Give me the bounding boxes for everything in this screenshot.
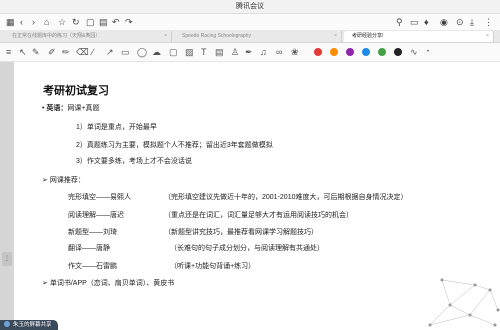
english-point: 2）真题练习为主要，模拟题个人不推荐；留出近3年套题做模拟 [76,142,273,149]
record-icon[interactable]: ⊙ [456,17,464,27]
english-line: • 英语：网课+真题 [42,104,100,113]
tab-label: 考研经验分享! [352,33,384,39]
color-orange-swatch[interactable] [330,48,338,56]
tab-label: 在正常在线题库中的练习（天翔&奥园） [12,33,101,39]
cursor-icon[interactable]: ↖ [19,47,27,57]
color-purple-swatch[interactable] [346,48,354,56]
color-black-swatch[interactable] [394,48,402,56]
line-icon[interactable]: ∕ [92,47,94,57]
eye-icon[interactable]: ◉ [440,17,448,27]
sign-icon[interactable]: ✒ [245,47,253,57]
cloud-icon[interactable]: ☁ [152,47,161,57]
arrow-bullet-icon: ➢ [42,177,48,184]
search-icon[interactable]: ⚲ [396,17,403,27]
shirt-icon[interactable]: ♦ [424,17,429,27]
panel-toggle-handle[interactable]: ⋮ [2,252,12,266]
text-icon[interactable]: T [201,47,207,57]
share-icon [4,321,10,327]
refresh-icon[interactable]: ↻ [72,17,80,27]
left-panel [0,62,14,330]
link-icon[interactable]: ∞ [276,47,282,57]
course-name: 阅读理解——唐迟 [68,212,124,219]
course-note: （完形填空建议先做近十年的，2001-2010难度大，可后期根据自身情况决定） [164,194,408,201]
back-icon[interactable]: ‹ [20,17,23,27]
color-red-swatch[interactable] [314,48,322,56]
color-green-swatch[interactable] [378,48,386,56]
english-point: 3）作文要多练，考场上才不会没话说 [76,158,192,165]
stroke-style-icon[interactable]: ∿ [410,47,418,57]
close-icon[interactable]: × [164,31,167,42]
navigation-toolbar: ▦ ‹ › ⌂ ☆ ↻ ▢ ▤ ↶ ↷ ⚲ ▭ ♦ ◉ ⊙ ⤓ ⋮ [0,14,500,30]
course-name: 作文——石雷鹏 [68,263,117,270]
microphone-icon[interactable]: ♫ [260,47,267,57]
color-blue-swatch[interactable] [362,48,370,56]
course-note: （长难句的句子成分划分，与阅读理解有共通处） [170,245,324,252]
stamp-icon[interactable]: ♙ [231,47,239,57]
star-icon[interactable]: ☆ [58,17,66,27]
apps-line: ➢ 单词书/APP（恋词、扇贝单词）、黄皮书 [42,280,175,287]
redo-icon[interactable]: ↷ [125,17,133,27]
marker-icon[interactable]: ✐ [48,47,56,57]
annotation-toolbar: ≡ ↖ ✎ ✐ ✏ ⌫ ∕ ↗ ▭ ◯ ☁ ▢ ▨ T ▤ ♙ ✒ ♫ ∞ ❀ … [0,43,500,62]
comment-icon[interactable]: ▢ [169,47,178,57]
grid-icon[interactable]: ▦ [6,17,15,27]
title-bar: 腾讯会议 [0,0,500,14]
layout-icon[interactable]: ▤ [99,17,108,27]
bullet: • [42,105,45,112]
course-note: （听课+功能句背诵+练习） [170,263,256,270]
undo-icon[interactable]: ↶ [112,17,120,27]
course-name: 新题型——刘琦 [68,229,117,236]
pen-icon[interactable]: ✎ [32,47,40,57]
page-title: 考研初试复习 [43,85,109,97]
tab-bar: 在正常在线题库中的练习（天翔&奥园） × Speedo Racing Schoo… [0,30,500,43]
note-icon[interactable]: ▤ [215,47,224,57]
download-icon[interactable]: ⤓ [470,17,474,27]
cast-icon[interactable]: ▭ [410,17,419,27]
course-note: （重点还是在词汇，词汇量足够大才有运用阅读技巧的机会） [164,212,353,219]
ellipse-icon[interactable]: ◯ [137,47,147,57]
course-name: 翻译——唐静 [68,245,110,252]
english-label: 英语： [46,105,68,112]
stroke-width-icon[interactable]: • [427,47,429,57]
home-icon[interactable]: ⌂ [44,17,49,27]
app-title: 腾讯会议 [236,3,264,10]
sticker-icon[interactable]: ❀ [291,47,299,57]
screen-share-badge[interactable]: 朱玉的屏幕共享 [0,320,58,330]
course-name: 完形填空——易熙人 [68,194,131,201]
image-icon[interactable]: ▨ [185,47,194,57]
highlighter-icon[interactable]: ✏ [62,47,70,57]
close-icon[interactable]: × [486,31,489,42]
close-icon[interactable]: × [334,31,337,42]
course-header: ➢ 网课推荐： [42,177,85,184]
more-icon[interactable]: ⋮ [484,17,493,27]
forward-icon[interactable]: › [32,17,35,27]
english-point: 1）单词是重点，开始最早 [76,124,157,131]
arrow-bullet-icon: ➢ [42,280,48,287]
chat-icon[interactable]: ▢ [86,17,95,27]
rectangle-icon[interactable]: ▭ [121,47,130,57]
tab-label: Speedo Racing Schoolography [182,33,251,39]
menu-icon[interactable]: ≡ [6,47,11,57]
english-text: 网课+真题 [67,105,100,112]
tab-speedo[interactable]: Speedo Racing Schoolography × [174,31,342,42]
arrow-icon[interactable]: ↗ [106,47,114,57]
network-decoration [428,278,500,327]
eraser-icon[interactable]: ⌫ [76,47,89,57]
tab-practice[interactable]: 在正常在线题库中的练习（天翔&奥园） × [4,31,172,42]
course-note: （新题型讲究技巧，最推荐看网课学习解题技巧） [164,229,318,236]
tab-kaoyan[interactable]: 考研经验分享! × [344,31,494,42]
